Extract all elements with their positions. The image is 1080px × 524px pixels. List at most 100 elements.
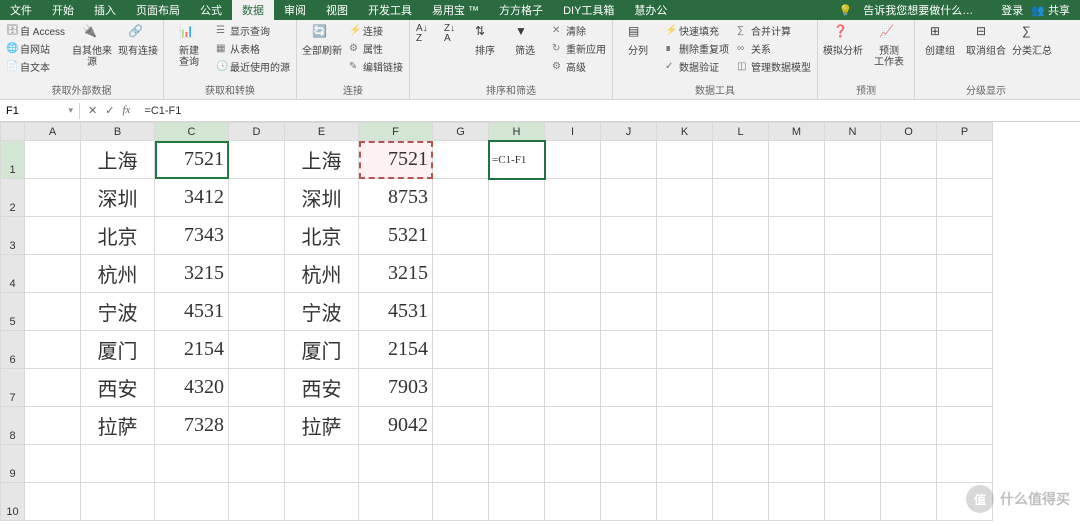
cell[interactable] <box>769 255 825 293</box>
from-table-button[interactable]: ▦从表格 <box>214 40 292 57</box>
cell[interactable] <box>285 483 359 521</box>
cell[interactable] <box>545 179 601 217</box>
cell[interactable] <box>657 293 713 331</box>
cell[interactable] <box>601 217 657 255</box>
what-if-button[interactable]: ❓模拟分析 <box>822 22 864 57</box>
cell[interactable] <box>937 255 993 293</box>
cell[interactable] <box>601 179 657 217</box>
cell[interactable] <box>25 331 81 369</box>
cell[interactable] <box>657 407 713 445</box>
fx-icon[interactable]: fx <box>122 104 130 117</box>
cell[interactable]: 4531 <box>359 293 433 331</box>
column-header[interactable]: L <box>713 123 769 141</box>
cell[interactable] <box>657 179 713 217</box>
cell[interactable] <box>545 217 601 255</box>
menu-tab-8[interactable]: 开发工具 <box>358 0 422 21</box>
spreadsheet-grid[interactable]: ABCDEFGHIJKLMNOP1上海7521上海7521=C1-F12深圳34… <box>0 122 993 521</box>
login-button[interactable]: 登录 <box>1001 2 1023 18</box>
cell[interactable] <box>881 483 937 521</box>
cell[interactable] <box>433 407 489 445</box>
cell[interactable]: 上海 <box>285 141 359 179</box>
cell[interactable] <box>545 331 601 369</box>
name-box[interactable]: F1▾ <box>0 103 80 119</box>
cell[interactable] <box>713 255 769 293</box>
cell[interactable] <box>937 217 993 255</box>
cell[interactable] <box>657 331 713 369</box>
cell[interactable] <box>713 331 769 369</box>
filter-button[interactable]: ▼筛选 <box>504 22 546 57</box>
show-queries-button[interactable]: ☰显示查询 <box>214 22 292 39</box>
cell[interactable] <box>601 255 657 293</box>
cell[interactable] <box>825 255 881 293</box>
cell[interactable] <box>433 255 489 293</box>
cell[interactable]: 深圳 <box>285 179 359 217</box>
cell[interactable] <box>769 179 825 217</box>
cell[interactable] <box>937 179 993 217</box>
cell[interactable] <box>285 445 359 483</box>
cell[interactable] <box>489 179 545 217</box>
column-header[interactable]: J <box>601 123 657 141</box>
cell[interactable] <box>769 407 825 445</box>
cell[interactable]: 2154 <box>359 331 433 369</box>
cell[interactable] <box>657 217 713 255</box>
cell[interactable] <box>433 483 489 521</box>
cell[interactable] <box>601 293 657 331</box>
consolidate-button[interactable]: ∑合并计算 <box>735 22 813 39</box>
formula-input[interactable]: =C1-F1 <box>138 103 1080 119</box>
from-web-button[interactable]: 🌐自网站 <box>4 40 67 57</box>
cell[interactable] <box>545 293 601 331</box>
cell[interactable] <box>489 369 545 407</box>
cell[interactable] <box>489 445 545 483</box>
menu-tab-9[interactable]: 易用宝 ™ <box>422 0 489 21</box>
column-header[interactable]: G <box>433 123 489 141</box>
edit-links-button[interactable]: ✎编辑链接 <box>347 58 405 75</box>
cell[interactable]: 3215 <box>155 255 229 293</box>
cell[interactable]: 4320 <box>155 369 229 407</box>
cell[interactable]: 拉萨 <box>285 407 359 445</box>
cell[interactable] <box>433 445 489 483</box>
cell[interactable] <box>713 293 769 331</box>
menu-tab-2[interactable]: 插入 <box>84 0 126 21</box>
column-header[interactable]: B <box>81 123 155 141</box>
remove-duplicates-button[interactable]: ∎删除重复项 <box>663 40 731 57</box>
cell[interactable] <box>769 217 825 255</box>
column-header[interactable]: O <box>881 123 937 141</box>
cell[interactable] <box>433 141 489 179</box>
reapply-button[interactable]: ↻重新应用 <box>550 40 608 57</box>
row-header[interactable]: 4 <box>1 255 25 293</box>
menu-tab-5[interactable]: 数据 <box>232 0 274 21</box>
row-header[interactable]: 10 <box>1 483 25 521</box>
menu-tab-12[interactable]: 慧办公 <box>624 0 677 21</box>
cell[interactable] <box>881 141 937 179</box>
cell[interactable] <box>155 483 229 521</box>
relationships-button[interactable]: ∞关系 <box>735 40 813 57</box>
cell[interactable] <box>881 445 937 483</box>
column-header[interactable]: E <box>285 123 359 141</box>
cell[interactable]: 西安 <box>285 369 359 407</box>
cell[interactable] <box>881 179 937 217</box>
cell[interactable] <box>825 445 881 483</box>
cell[interactable] <box>713 483 769 521</box>
subtotal-button[interactable]: ∑分类汇总 <box>1011 22 1053 57</box>
advanced-filter-button[interactable]: ⚙高级 <box>550 58 608 75</box>
cell[interactable] <box>601 331 657 369</box>
cell[interactable] <box>825 293 881 331</box>
cell[interactable] <box>825 407 881 445</box>
cell[interactable] <box>601 141 657 179</box>
column-header[interactable]: C <box>155 123 229 141</box>
cell[interactable] <box>489 255 545 293</box>
cell[interactable]: 7343 <box>155 217 229 255</box>
cell[interactable] <box>25 445 81 483</box>
cell[interactable] <box>881 369 937 407</box>
menu-tab-11[interactable]: DIY工具箱 <box>553 0 624 21</box>
cell[interactable]: 7521 <box>359 141 433 179</box>
cell[interactable] <box>545 255 601 293</box>
cell[interactable]: 厦门 <box>81 331 155 369</box>
cell[interactable] <box>657 255 713 293</box>
cell[interactable] <box>769 331 825 369</box>
cell[interactable] <box>713 407 769 445</box>
cell[interactable] <box>25 179 81 217</box>
cell[interactable] <box>657 483 713 521</box>
cell[interactable] <box>769 141 825 179</box>
cell[interactable]: 4531 <box>155 293 229 331</box>
